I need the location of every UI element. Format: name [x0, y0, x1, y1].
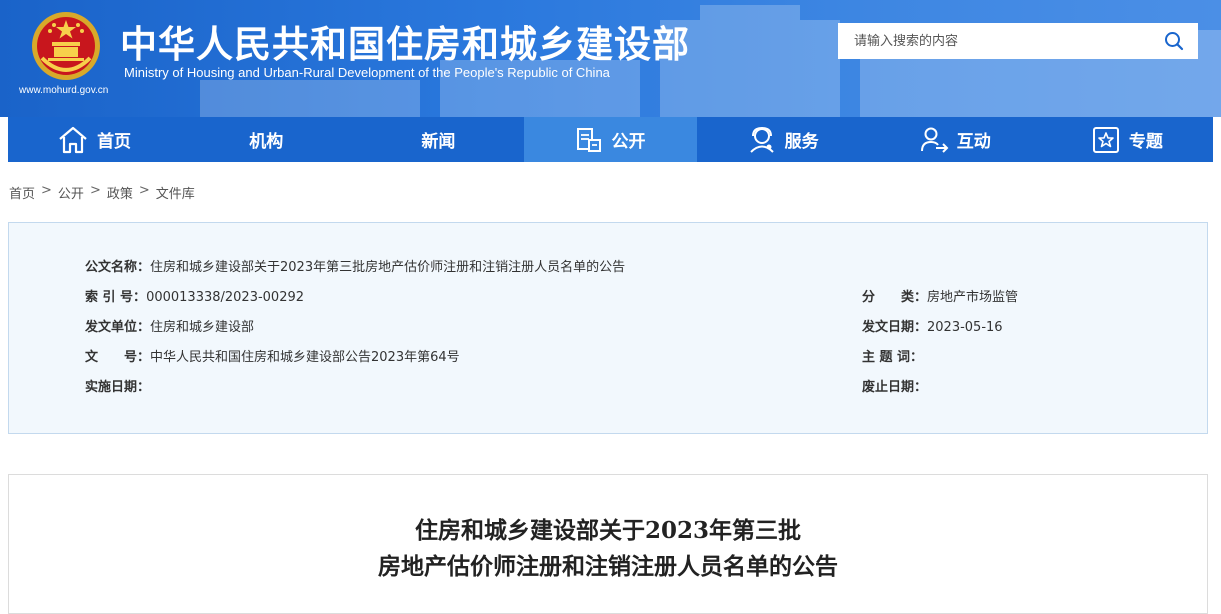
nav-label-organization: 机构	[249, 132, 284, 152]
meta-key: 实施日期：	[85, 380, 151, 395]
meta-issue-date: 发文日期：2023-05-16	[862, 316, 1003, 335]
main-navigation: 首页 机构 新闻 公开 服务 互动 专题	[8, 117, 1213, 162]
meta-category: 分 类：房地产市场监管	[862, 286, 1018, 305]
search-input[interactable]	[838, 23, 1148, 59]
meta-index-number: 索 引 号：000013338/2023-00292	[85, 286, 304, 305]
interaction-icon	[920, 127, 949, 153]
meta-value: 住房和城乡建设部	[150, 320, 255, 335]
nav-label-interaction: 互动	[956, 132, 991, 152]
meta-key: 分 类：	[862, 290, 928, 305]
article-title: 住房和城乡建设部关于2023年第三批 房地产估价师注册和注销注册人员名单的公告	[9, 513, 1207, 585]
home-icon	[59, 126, 87, 153]
meta-key: 废止日期：	[862, 380, 928, 395]
meta-value: 000013338/2023-00292	[146, 290, 305, 305]
breadcrumb-policy[interactable]: 政策	[107, 183, 133, 202]
meta-key: 索 引 号：	[85, 290, 147, 305]
meta-value: 房地产市场监管	[927, 290, 1019, 305]
nav-label-public: 公开	[611, 132, 646, 152]
search-box	[838, 23, 1198, 59]
nav-item-home[interactable]: 首页	[8, 117, 180, 162]
document-metadata-panel: 公文名称：住房和城乡建设部关于2023年第三批房地产估价师注册和注销注册人员名单…	[8, 222, 1208, 434]
site-title-chinese: 中华人民共和国住房和城乡建设部	[120, 23, 690, 66]
document-icon	[577, 127, 602, 152]
breadcrumb-separator: >	[89, 183, 101, 198]
nav-item-service[interactable]: 服务	[697, 117, 869, 162]
nav-label-home: 首页	[97, 132, 132, 152]
nav-label-news: 新闻	[421, 132, 456, 152]
meta-abolish-date: 废止日期：	[862, 376, 927, 395]
nav-item-topics[interactable]: 专题	[1041, 117, 1213, 162]
meta-issuer: 发文单位：住房和城乡建设部	[85, 316, 254, 335]
meta-value: 2023-05-16	[927, 320, 1003, 335]
breadcrumb: 首页 > 公开 > 政策 > 文件库	[9, 183, 195, 202]
meta-key: 主 题 词：	[862, 350, 924, 365]
meta-key: 发文日期：	[862, 320, 928, 335]
breadcrumb-library[interactable]: 文件库	[156, 183, 195, 202]
site-header: www.mohurd.gov.cn 中华人民共和国住房和城乡建设部 Minist…	[0, 0, 1221, 117]
article-title-line-2: 房地产估价师注册和注销注册人员名单的公告	[378, 553, 838, 580]
breadcrumb-separator: >	[41, 183, 52, 198]
meta-implementation-date: 实施日期：	[85, 376, 150, 395]
nav-item-public[interactable]: 公开	[524, 117, 697, 162]
national-emblem-logo	[32, 12, 100, 80]
breadcrumb-home[interactable]: 首页	[9, 183, 35, 202]
meta-value: 中华人民共和国住房和城乡建设部公告2023年第64号	[150, 350, 460, 365]
article-title-line-1: 住房和城乡建设部关于2023年第三批	[414, 517, 801, 544]
meta-document-title: 公文名称：住房和城乡建设部关于2023年第三批房地产估价师注册和注销注册人员名单…	[85, 256, 625, 275]
service-icon	[749, 126, 774, 153]
breadcrumb-separator: >	[138, 183, 150, 198]
nav-label-topics: 专题	[1128, 132, 1163, 152]
breadcrumb-public[interactable]: 公开	[58, 183, 84, 202]
meta-document-number: 文 号：中华人民共和国住房和城乡建设部公告2023年第64号	[85, 346, 460, 365]
meta-key: 公文名称：	[85, 260, 151, 275]
meta-key: 文 号：	[85, 350, 151, 365]
meta-key: 发文单位：	[85, 320, 151, 335]
nav-label-service: 服务	[784, 132, 819, 152]
site-title-english: Ministry of Housing and Urban-Rural Deve…	[124, 65, 610, 80]
nav-item-organization[interactable]: 机构	[180, 117, 352, 162]
site-url: www.mohurd.gov.cn	[19, 85, 109, 96]
search-button[interactable]	[1150, 23, 1198, 59]
meta-value: 住房和城乡建设部关于2023年第三批房地产估价师注册和注销注册人员名单的公告	[150, 260, 626, 275]
nav-item-news[interactable]: 新闻	[352, 117, 524, 162]
meta-subject-keywords: 主 题 词：	[862, 346, 923, 365]
star-icon	[1092, 126, 1119, 153]
nav-item-interaction[interactable]: 互动	[869, 117, 1041, 162]
article-content: 住房和城乡建设部关于2023年第三批 房地产估价师注册和注销注册人员名单的公告	[8, 474, 1208, 614]
search-icon	[1165, 32, 1184, 51]
